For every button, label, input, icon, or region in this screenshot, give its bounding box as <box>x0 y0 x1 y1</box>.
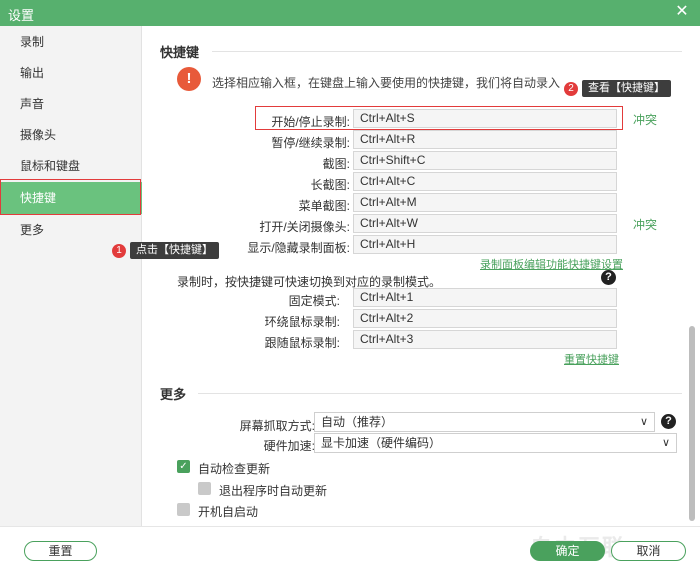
help-icon[interactable]: ? <box>661 414 676 429</box>
ok-button[interactable]: 确定 <box>530 541 605 561</box>
shortcut-input-long-screenshot[interactable]: Ctrl+Alt+C <box>353 172 617 191</box>
shortcut-label-panel: 显示/隐藏录制面板: <box>247 241 350 255</box>
sidebar-item-more[interactable]: 更多 <box>0 214 142 246</box>
hardware-accel-value: 显卡加速（硬件编码） <box>321 436 442 450</box>
sidebar: 录制 输出 声音 摄像头 鼠标和键盘 快捷键 更多 <box>0 26 142 526</box>
capture-method-value: 自动（推荐） <box>321 415 394 429</box>
mode-input-follow-mouse[interactable]: Ctrl+Alt+3 <box>353 330 617 349</box>
title-bar: 设置 ✕ <box>0 0 700 26</box>
conflict-link-camera[interactable]: 冲突 <box>633 216 657 233</box>
shortcut-notice: 选择相应输入框，在键盘上输入要使用的快捷键，我们将自动录入 <box>212 76 561 90</box>
hardware-accel-select[interactable]: 显卡加速（硬件编码） ∨ <box>314 433 677 453</box>
sidebar-item-record[interactable]: 录制 <box>0 26 142 58</box>
footer-bar: 自由互联 重置 确定 取消 <box>0 526 700 573</box>
vertical-scrollbar[interactable] <box>689 326 695 521</box>
mode-input-around-mouse[interactable]: Ctrl+Alt+2 <box>353 309 617 328</box>
reset-shortcuts-link[interactable]: 重置快捷键 <box>564 351 619 367</box>
shortcut-label-menu-screenshot: 菜单截图: <box>298 199 350 213</box>
capture-method-label: 屏幕抓取方式: <box>239 419 315 433</box>
warning-icon: ! <box>177 67 201 91</box>
shortcut-input-screenshot[interactable]: Ctrl+Shift+C <box>353 151 617 170</box>
shortcut-label-start-stop: 开始/停止录制: <box>271 115 350 129</box>
sidebar-item-camera[interactable]: 摄像头 <box>0 119 142 151</box>
conflict-link-start-stop[interactable]: 冲突 <box>633 111 657 128</box>
mode-label-follow-mouse: 跟随鼠标录制: <box>264 336 340 350</box>
shortcut-input-panel[interactable]: Ctrl+Alt+H <box>353 235 617 254</box>
section-divider <box>212 51 682 52</box>
step-badge-2: 2 <box>564 82 578 96</box>
shortcut-label-long-screenshot: 长截图: <box>310 178 350 192</box>
shortcut-label-camera: 打开/关闭摄像头: <box>259 220 350 234</box>
more-section-title: 更多 <box>160 387 187 402</box>
mode-input-fixed[interactable]: Ctrl+Alt+1 <box>353 288 617 307</box>
shortcuts-section-title: 快捷键 <box>160 45 200 60</box>
help-icon[interactable]: ? <box>601 270 616 285</box>
shortcut-label-screenshot: 截图: <box>322 157 350 171</box>
update-on-exit-checkbox[interactable] <box>198 482 211 495</box>
shortcut-input-camera[interactable]: Ctrl+Alt+W <box>353 214 617 233</box>
chevron-down-icon: ∨ <box>661 437 670 449</box>
shortcut-input-start-stop[interactable]: Ctrl+Alt+S <box>353 109 617 128</box>
auto-update-label: 自动检查更新 <box>198 462 271 476</box>
capture-method-select[interactable]: 自动（推荐） ∨ <box>314 412 655 432</box>
step-callout-2: 查看【快捷键】 <box>582 80 671 97</box>
sidebar-item-output[interactable]: 输出 <box>0 57 142 89</box>
close-icon[interactable]: ✕ <box>674 3 690 21</box>
chevron-down-icon: ∨ <box>639 416 648 428</box>
step-badge-1: 1 <box>112 244 126 258</box>
sidebar-item-shortcuts[interactable]: 快捷键 <box>0 182 142 214</box>
update-on-exit-label: 退出程序时自动更新 <box>219 484 328 498</box>
section-divider <box>198 393 682 394</box>
sidebar-item-mouse-keyboard[interactable]: 鼠标和键盘 <box>0 150 142 182</box>
panel-shortcut-settings-link[interactable]: 录制面板编辑功能快捷键设置 <box>480 256 623 272</box>
shortcut-input-pause[interactable]: Ctrl+Alt+R <box>353 130 617 149</box>
auto-update-checkbox[interactable]: ✓ <box>177 460 190 473</box>
settings-panel: 快捷键 ! 选择相应输入框，在键盘上输入要使用的快捷键，我们将自动录入 开始/停… <box>142 26 700 526</box>
shortcut-input-menu-screenshot[interactable]: Ctrl+Alt+M <box>353 193 617 212</box>
sidebar-item-audio[interactable]: 声音 <box>0 88 142 120</box>
cancel-button[interactable]: 取消 <box>611 541 686 561</box>
mode-label-fixed: 固定模式: <box>288 294 340 308</box>
autostart-checkbox[interactable] <box>177 503 190 516</box>
autostart-label: 开机自启动 <box>198 505 259 519</box>
shortcut-label-pause: 暂停/继续录制: <box>271 136 350 150</box>
mode-label-around-mouse: 环绕鼠标录制: <box>264 315 340 329</box>
hardware-accel-label: 硬件加速: <box>263 439 315 453</box>
window-title: 设置 <box>8 8 35 23</box>
reset-button[interactable]: 重置 <box>24 541 97 561</box>
